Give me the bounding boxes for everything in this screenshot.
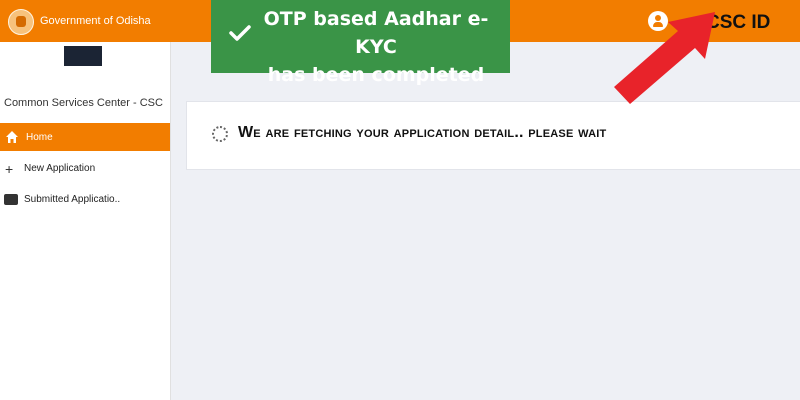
csc-id-label[interactable]: CSC ID: [706, 12, 770, 34]
sidebar-item-label: New Application: [24, 163, 96, 174]
loading-spinner-icon: [212, 126, 228, 142]
plus-icon: +: [5, 161, 14, 177]
sidebar-item-new-application[interactable]: + New Application: [0, 158, 170, 180]
toast-line-1: OTP based Aadhar e-KYC: [263, 8, 489, 58]
sidebar-item-label: Home: [26, 132, 53, 143]
sidebar-item-label: Submitted Applicatio..: [24, 194, 121, 205]
toast-line-2: has been completed: [267, 64, 485, 86]
center-name: Common Services Center - CSC: [4, 97, 163, 109]
sidebar-item-home[interactable]: Home: [0, 123, 170, 151]
odisha-emblem-icon: [8, 9, 34, 35]
toast-message: OTP based Aadhar e-KYC has been complete…: [247, 5, 505, 89]
sidebar: [0, 42, 171, 400]
home-icon: [6, 131, 18, 143]
sidebar-item-submitted-applications[interactable]: Submitted Applicatio..: [0, 189, 170, 211]
fetching-status-message: We are fetching your application detail.…: [238, 124, 607, 141]
box-icon: [4, 194, 18, 205]
government-name: Government of Odisha: [40, 15, 151, 27]
user-icon[interactable]: [648, 11, 668, 31]
ekyc-success-toast: OTP based Aadhar e-KYC has been complete…: [211, 0, 510, 86]
sidebar-logo-block: [64, 46, 102, 66]
